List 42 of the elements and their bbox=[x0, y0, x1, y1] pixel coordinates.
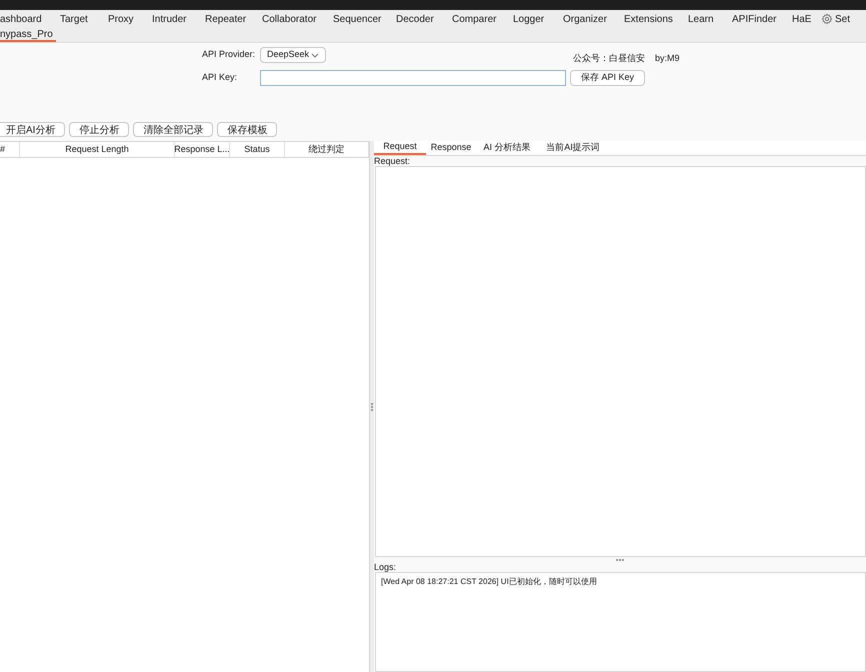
main-tab[interactable]: Decoder bbox=[396, 10, 452, 28]
detail-tab[interactable]: 当前AI提示词 bbox=[538, 140, 608, 155]
detail-tab[interactable]: AI 分析结果 bbox=[476, 140, 538, 155]
main-tab[interactable]: Sequencer bbox=[333, 10, 396, 28]
action-button[interactable]: 开启AI分析 bbox=[0, 122, 66, 136]
credit-text: 公众号：白昼信安 bbox=[573, 52, 645, 65]
main-tab[interactable]: Comparer bbox=[452, 10, 513, 28]
provider-label: API Provider: bbox=[202, 48, 256, 62]
main-tab[interactable]: Intruder bbox=[152, 10, 205, 28]
main-tab[interactable]: Proxy bbox=[108, 10, 152, 28]
action-button[interactable]: 保存模板 bbox=[217, 122, 278, 136]
api-key-field[interactable] bbox=[260, 70, 566, 86]
action-button[interactable]: 清除全部记录 bbox=[133, 122, 214, 136]
log-line: [Wed Apr 08 18:27:21 CST 2026] UI已初始化，随时可以使用 bbox=[381, 576, 597, 588]
column-header[interactable]: Response L... bbox=[175, 142, 230, 157]
settings-button[interactable]: Set bbox=[821, 12, 850, 26]
request-label: Request: bbox=[374, 156, 412, 166]
provider-dropdown[interactable]: DeepSeek bbox=[260, 47, 326, 63]
main-tab[interactable]: Logger bbox=[513, 10, 563, 28]
main-tab[interactable]: HaE bbox=[792, 10, 821, 28]
column-header[interactable]: # bbox=[0, 142, 20, 157]
action-button[interactable]: 停止分析 bbox=[69, 122, 130, 136]
column-header[interactable]: 绕过判定 bbox=[285, 142, 369, 157]
column-header[interactable]: Status bbox=[230, 142, 285, 157]
api-key-label: API Key: bbox=[202, 71, 238, 84]
settings-icon bbox=[821, 13, 833, 25]
save-api-key-button[interactable]: 保存 API Key bbox=[570, 70, 646, 86]
main-tab[interactable]: APIFinder bbox=[732, 10, 792, 28]
column-header[interactable]: Request Length bbox=[20, 142, 175, 157]
main-tab[interactable]: ashboard bbox=[0, 10, 60, 28]
logs-label: Logs: bbox=[374, 562, 398, 572]
chevron-icon bbox=[311, 52, 319, 58]
author-text: by:M9 bbox=[655, 52, 680, 65]
request-editor[interactable] bbox=[375, 166, 866, 557]
main-tab[interactable]: Collaborator bbox=[262, 10, 333, 28]
main-tab[interactable]: Organizer bbox=[563, 10, 624, 28]
main-tab[interactable]: Learn bbox=[688, 10, 732, 28]
detail-tab[interactable]: Response bbox=[426, 140, 476, 155]
main-tab[interactable]: Target bbox=[60, 10, 108, 28]
main-tab[interactable]: Extensions bbox=[624, 10, 688, 28]
detail-tab[interactable]: Request bbox=[374, 140, 426, 155]
main-tab[interactable]: Repeater bbox=[205, 10, 262, 28]
